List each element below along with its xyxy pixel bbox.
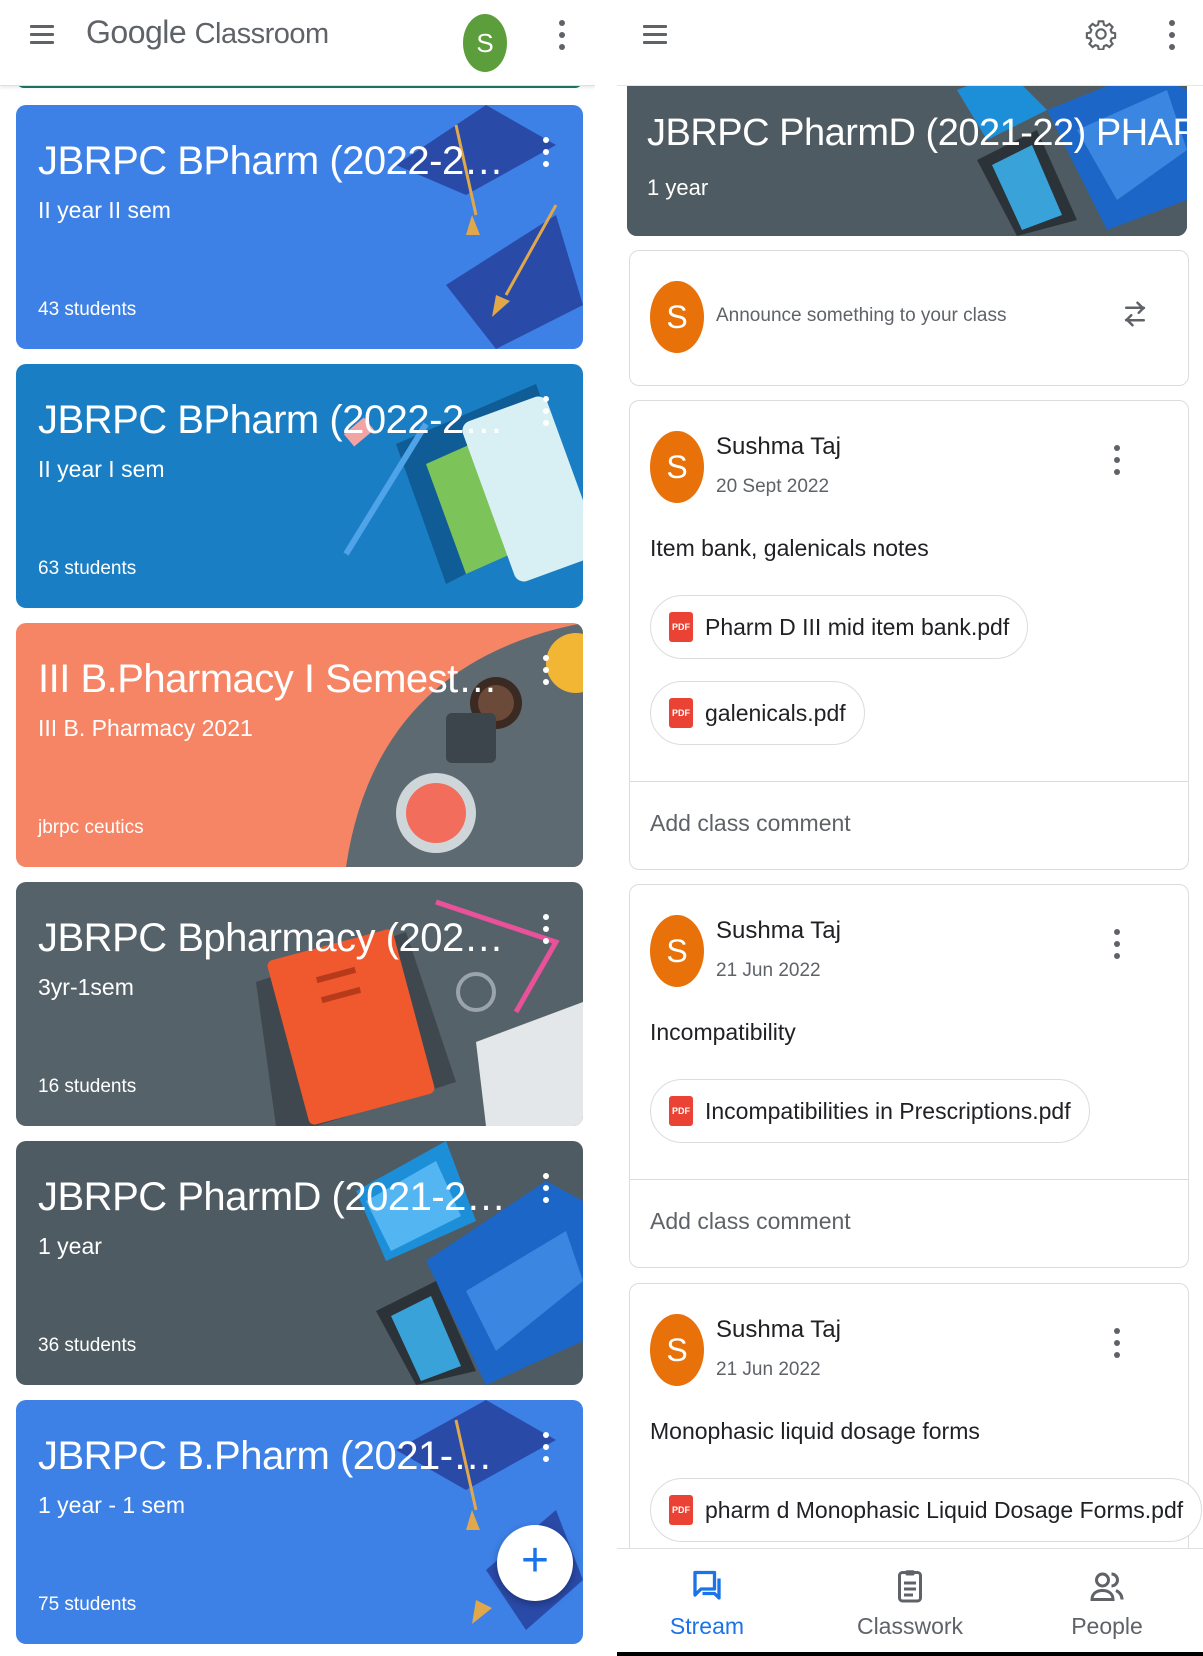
class-card[interactable]: JBRPC B.Pharm (2021-22) PHA... 1 year - … — [16, 1400, 583, 1644]
account-avatar[interactable]: S — [463, 14, 507, 72]
add-comment-input[interactable]: Add class comment — [630, 781, 1188, 869]
class-student-count: 36 students — [38, 1335, 137, 1356]
post-text: Item bank, galenicals notes — [650, 535, 929, 561]
class-student-count: 16 students — [38, 1076, 137, 1097]
post-date: 20 Sept 2022 — [716, 476, 830, 497]
more-options-icon[interactable] — [1165, 18, 1179, 52]
add-comment-label: Add class comment — [650, 1208, 851, 1234]
tab-classwork-label: Classwork — [856, 1613, 964, 1639]
class-more-icon[interactable] — [539, 653, 553, 687]
bottom-navigation: Stream Classwork People — [617, 1548, 1203, 1656]
class-section: 1 year — [647, 175, 709, 200]
class-teacher: jbrpc ceutics — [38, 817, 144, 838]
tab-people[interactable]: People — [1017, 1549, 1197, 1653]
tab-stream-label: Stream — [669, 1613, 745, 1639]
class-section: III B. Pharmacy 2021 — [38, 715, 253, 741]
class-title: JBRPC BPharm (2022-23) PP-II — [38, 139, 508, 183]
app-title-google: Google — [86, 14, 187, 50]
post-card: S Sushma Taj 20 Sept 2022 Item bank, gal… — [629, 400, 1189, 870]
add-class-button[interactable]: + — [497, 1525, 573, 1601]
author-avatar: S — [650, 1314, 704, 1386]
class-card[interactable]: JBRPC Bpharmacy (2021-22) G... 3yr-1sem … — [16, 882, 583, 1126]
post-author: Sushma Taj — [716, 917, 841, 944]
system-nav-bar — [617, 1652, 1203, 1656]
attachment-name: Pharm D III mid item bank.pdf — [705, 613, 1010, 640]
add-comment-label: Add class comment — [650, 810, 851, 836]
class-title: III B.Pharmacy I Semester 2021 — [38, 657, 508, 701]
class-title: JBRPC Bpharmacy (2021-22) G... — [38, 916, 508, 960]
menu-icon[interactable] — [28, 22, 58, 46]
tab-people-label: People — [1071, 1613, 1143, 1639]
attachment-chip[interactable]: PDF Incompatibilities in Prescriptions.p… — [650, 1079, 1090, 1143]
class-list-screen: Google Classroom S JBRPC BPharm (2022-23… — [0, 0, 595, 1656]
class-section: 1 year — [38, 1233, 102, 1259]
classwork-icon — [898, 1570, 922, 1603]
attachment-chip[interactable]: PDF galenicals.pdf — [650, 681, 865, 745]
author-avatar: S — [650, 431, 704, 503]
post-more-icon[interactable] — [1110, 443, 1124, 477]
class-section: II year I sem — [38, 456, 165, 482]
class-more-icon[interactable] — [539, 135, 553, 169]
attachment-name: galenicals.pdf — [705, 699, 846, 726]
class-more-icon[interactable] — [539, 394, 553, 428]
add-comment-input[interactable]: Add class comment — [630, 1179, 1188, 1267]
pdf-icon: PDF — [669, 612, 693, 642]
class-title: JBRPC B.Pharm (2021-22) PHA... — [38, 1434, 508, 1478]
class-card[interactable]: JBRPC PharmD (2021-22) PHA... 1 year 36 … — [16, 1141, 583, 1385]
class-section: 3yr-1sem — [38, 974, 134, 1000]
class-section: II year II sem — [38, 197, 171, 223]
people-icon — [1090, 1572, 1124, 1601]
post-date: 21 Jun 2022 — [716, 1359, 821, 1380]
class-section: 1 year - 1 sem — [38, 1492, 185, 1518]
class-student-count: 43 students — [38, 299, 137, 320]
post-date: 21 Jun 2022 — [716, 960, 821, 981]
post-card: S Sushma Taj 21 Jun 2022 Incompatibility… — [629, 884, 1189, 1268]
post-more-icon[interactable] — [1110, 927, 1124, 961]
class-stream-screen: JBRPC PharmD (2021-22) PHARM... 1 year S… — [617, 0, 1203, 1656]
tab-stream[interactable]: Stream — [617, 1549, 797, 1653]
user-avatar: S — [650, 281, 704, 353]
class-title: JBRPC PharmD (2021-22) PHA... — [38, 1175, 508, 1219]
repost-icon[interactable] — [1120, 296, 1150, 332]
post-text: Monophasic liquid dosage forms — [650, 1418, 980, 1444]
announce-card[interactable]: S Announce something to your class — [629, 250, 1189, 386]
tab-classwork[interactable]: Classwork — [820, 1549, 1000, 1653]
post-author: Sushma Taj — [716, 433, 841, 460]
pdf-icon: PDF — [669, 1495, 693, 1525]
announce-input[interactable]: Announce something to your class — [716, 305, 1006, 327]
post-more-icon[interactable] — [1110, 1326, 1124, 1360]
pdf-icon: PDF — [669, 698, 693, 728]
author-avatar: S — [650, 915, 704, 987]
class-more-icon[interactable] — [539, 912, 553, 946]
class-title: JBRPC PharmD (2021-22) PHARM... — [647, 112, 1187, 154]
attachment-chip[interactable]: PDF Pharm D III mid item bank.pdf — [650, 595, 1029, 659]
class-student-count: 63 students — [38, 558, 137, 579]
class-banner: JBRPC PharmD (2021-22) PHARM... 1 year — [627, 70, 1187, 236]
attachment-name: Incompatibilities in Prescriptions.pdf — [705, 1097, 1071, 1124]
app-bar: Google Classroom S — [0, 0, 595, 86]
menu-icon[interactable] — [641, 22, 671, 46]
class-student-count: 75 students — [38, 1594, 137, 1615]
stream-icon — [693, 1570, 721, 1600]
class-card[interactable]: III B.Pharmacy I Semester 2021 III B. Ph… — [16, 623, 583, 867]
settings-gear-icon[interactable] — [1085, 18, 1117, 50]
more-options-icon[interactable] — [555, 18, 569, 52]
attachment-name: pharm d Monophasic Liquid Dosage Forms.p… — [705, 1496, 1184, 1523]
post-text: Incompatibility — [650, 1019, 796, 1045]
app-title: Google Classroom — [86, 14, 329, 51]
class-title: JBRPC BPharm (2022-23) PP-I — [38, 398, 508, 442]
app-bar — [617, 0, 1203, 86]
class-card[interactable]: JBRPC BPharm (2022-23) PP-I II year I se… — [16, 364, 583, 608]
class-more-icon[interactable] — [539, 1430, 553, 1464]
class-card[interactable]: JBRPC BPharm (2022-23) PP-II II year II … — [16, 105, 583, 349]
class-more-icon[interactable] — [539, 1171, 553, 1205]
pdf-icon: PDF — [669, 1096, 693, 1126]
app-title-product: Classroom — [194, 18, 330, 50]
post-author: Sushma Taj — [716, 1316, 841, 1343]
attachment-chip[interactable]: PDF pharm d Monophasic Liquid Dosage For… — [650, 1478, 1203, 1542]
